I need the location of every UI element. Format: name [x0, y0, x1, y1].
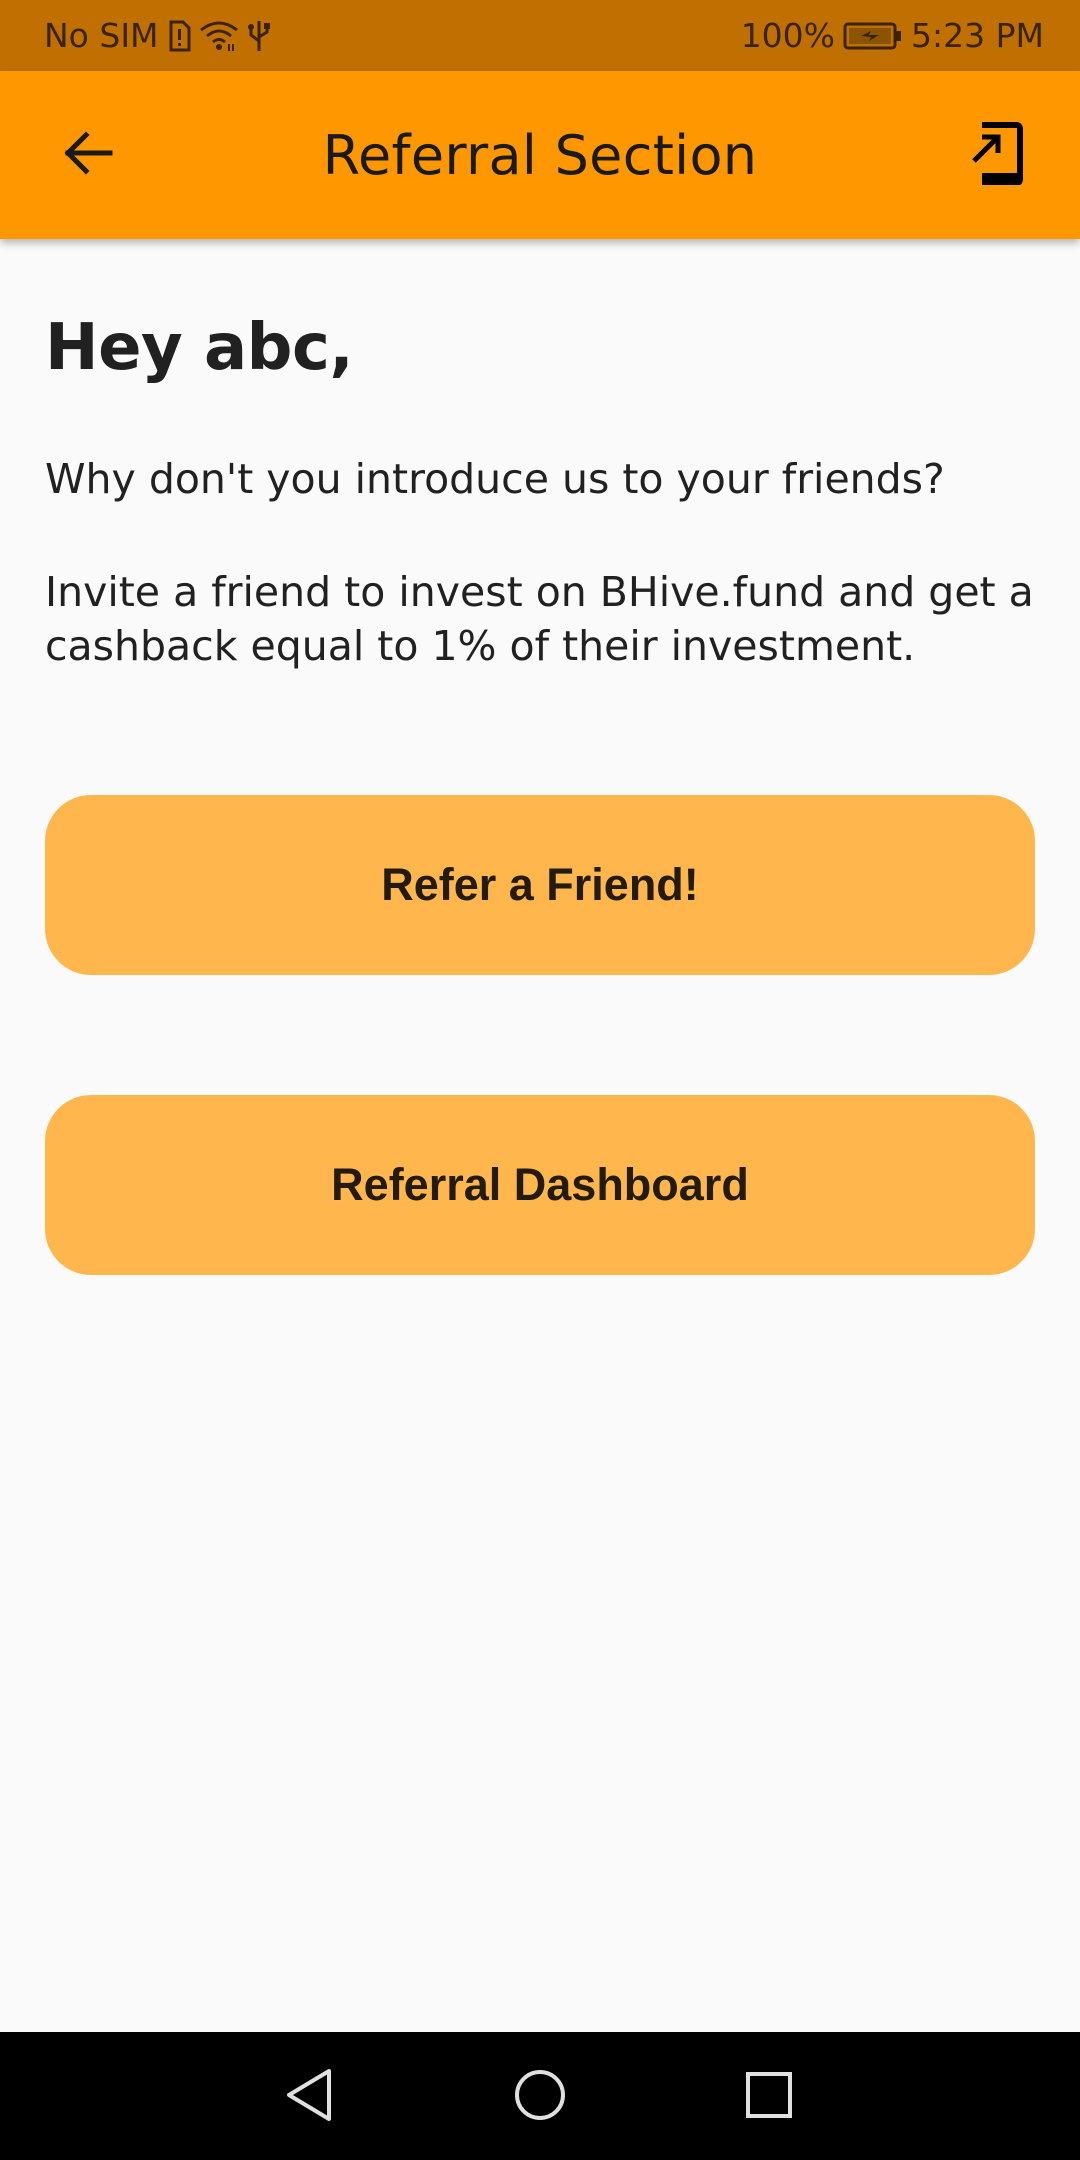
logout-icon [968, 121, 1024, 189]
app-bar: Referral Section [0, 71, 1080, 239]
clock: 5:23 PM [911, 16, 1044, 55]
greeting-heading: Hey abc, [45, 311, 354, 385]
nav-back-icon [283, 2067, 335, 2127]
nav-back-button[interactable] [264, 2052, 354, 2142]
nav-recents-icon [744, 2070, 794, 2124]
intro-text: Why don't you introduce us to your frien… [45, 455, 945, 503]
invite-description: Invite a friend to invest on BHive.fund … [45, 568, 1034, 670]
status-bar: No SIM 100% 5:23 PM [0, 0, 1080, 71]
battery-percent: 100% [740, 16, 836, 55]
logout-button[interactable] [948, 107, 1044, 203]
system-nav-bar [0, 2032, 1080, 2160]
referral-dashboard-button[interactable]: Referral Dashboard [45, 1095, 1035, 1275]
arrow-back-icon [60, 125, 116, 185]
carrier-text: No SIM [44, 16, 159, 55]
back-button[interactable] [40, 107, 136, 203]
wifi-icon [199, 20, 239, 52]
usb-icon [247, 19, 271, 53]
nav-home-icon [512, 2067, 568, 2127]
nav-home-button[interactable] [495, 2052, 585, 2142]
battery-charging-icon [843, 21, 903, 51]
sim-alert-icon [167, 20, 191, 52]
page-title: Referral Section [322, 123, 758, 187]
status-right: 100% 5:23 PM [741, 16, 1044, 55]
refer-friend-button[interactable]: Refer a Friend! [45, 795, 1035, 975]
nav-recents-button[interactable] [724, 2052, 814, 2142]
status-left: No SIM [44, 16, 271, 55]
